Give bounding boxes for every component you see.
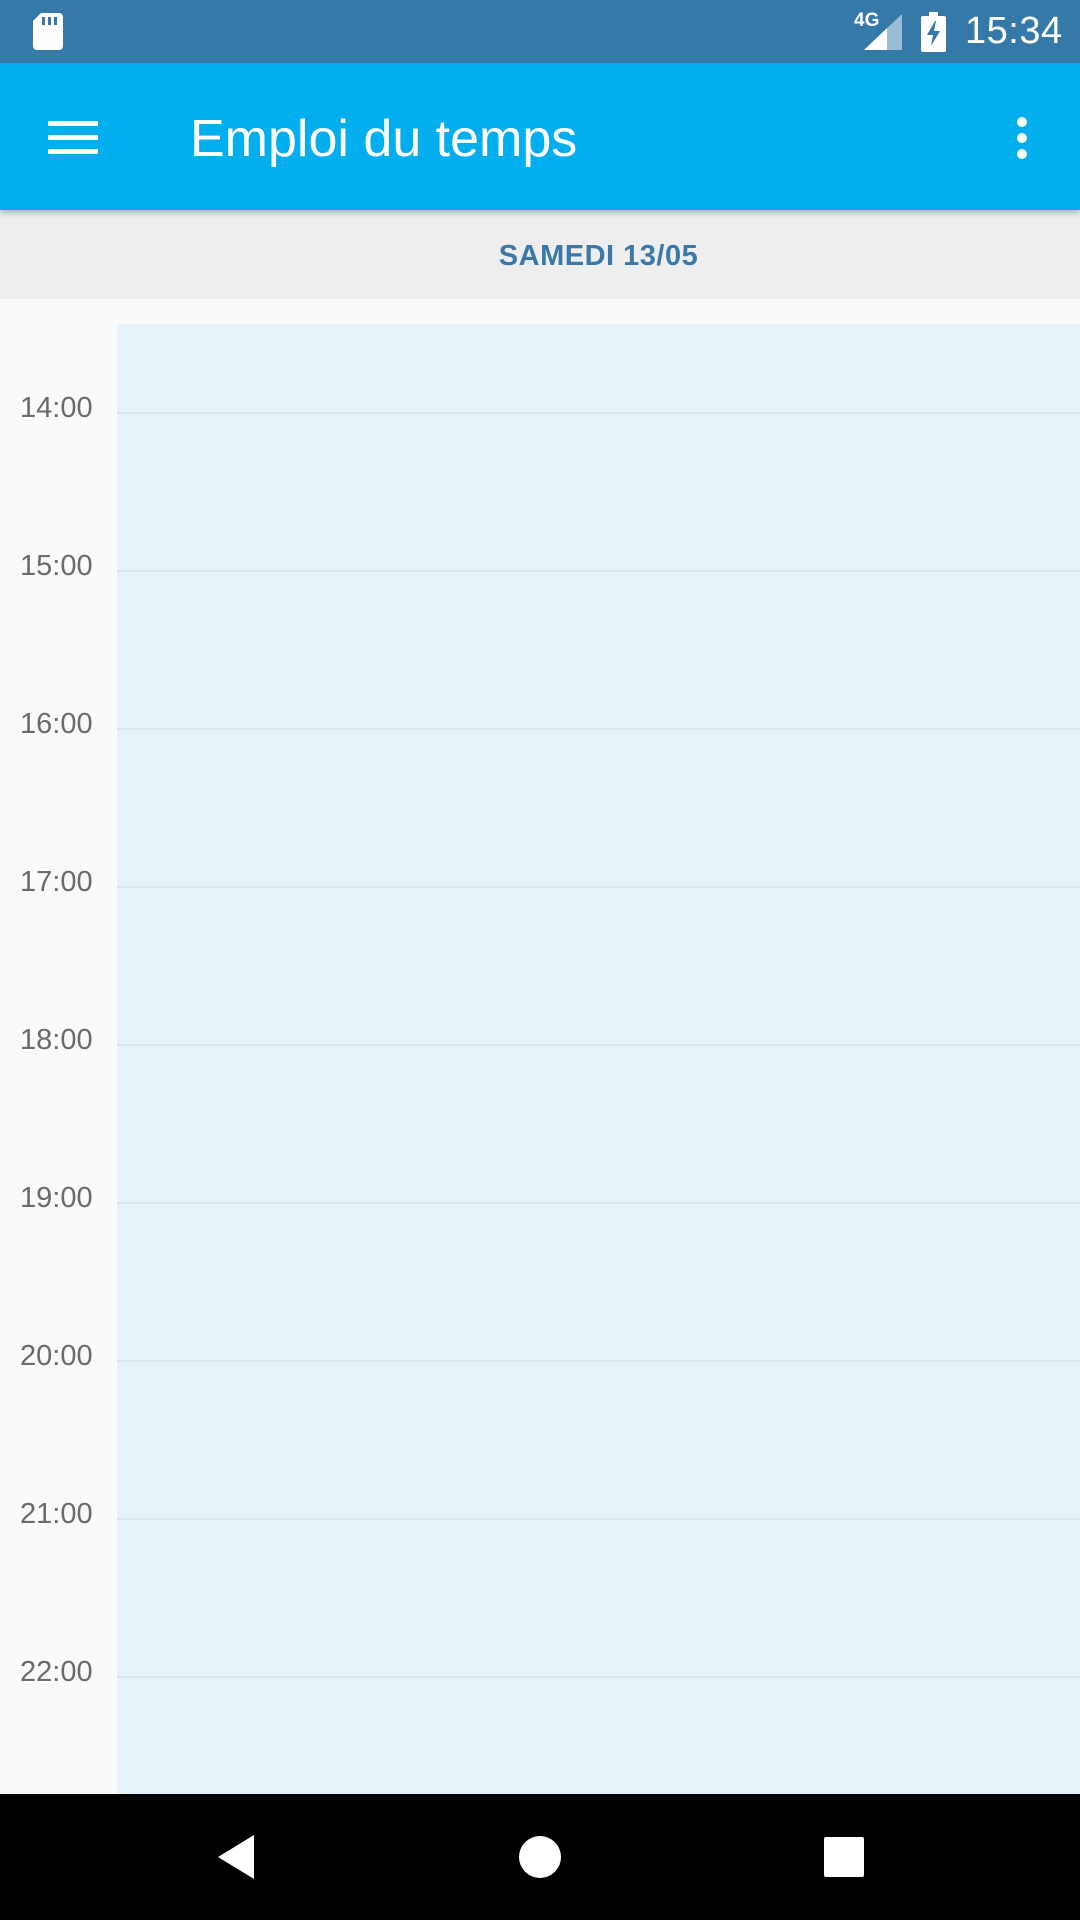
overflow-menu-button[interactable]: [1000, 99, 1044, 175]
navigation-bar: [0, 1794, 1080, 1920]
day-header: SAMEDI 13/05: [0, 210, 1080, 299]
day-label[interactable]: SAMEDI 13/05: [0, 240, 1080, 273]
hour-gridline: [117, 1518, 1080, 1520]
hour-label: 17:00: [20, 866, 93, 898]
hour-gridline: [117, 1360, 1080, 1362]
hour-gridline: [117, 1676, 1080, 1678]
hour-gridline: [117, 1202, 1080, 1204]
hour-gridline: [117, 412, 1080, 414]
hour-gridline: [117, 1044, 1080, 1046]
hour-label: 21:00: [20, 1498, 93, 1530]
timeline[interactable]: 14:00 15:00 16:00 17:00 18:00 19:00 20:00 21:00…: [0, 299, 1080, 1794]
hour-gridline: [117, 886, 1080, 888]
hour-label: 14:00: [20, 392, 93, 424]
home-icon[interactable]: [500, 1817, 580, 1897]
hour-label: 19:00: [20, 1182, 93, 1214]
hour-row: 16:00: [0, 708, 1080, 748]
page-title: Emploi du temps: [190, 110, 578, 168]
hour-row: 20:00: [0, 1340, 1080, 1380]
hour-label: 18:00: [20, 1024, 93, 1056]
battery-charging-icon: [921, 12, 946, 52]
hour-row: 22:00: [0, 1656, 1080, 1696]
hour-row: 18:00: [0, 1024, 1080, 1064]
hour-label: 15:00: [20, 550, 93, 582]
hour-gridline: [117, 728, 1080, 730]
hour-row: 19:00: [0, 1182, 1080, 1222]
app-bar: Emploi du temps: [0, 63, 1080, 210]
screen: 4G 15:34 Emploi du temps SAMEDI 13/05 14…: [0, 0, 1080, 1920]
hour-row: 21:00: [0, 1498, 1080, 1538]
status-bar: 4G 15:34: [0, 0, 1080, 63]
recents-icon[interactable]: [804, 1817, 884, 1897]
hour-gridline: [117, 570, 1080, 572]
hour-label: 16:00: [20, 708, 93, 740]
hour-row: 15:00: [0, 550, 1080, 590]
back-icon[interactable]: [196, 1817, 276, 1897]
hour-label: 22:00: [20, 1656, 93, 1688]
sd-card-icon: [33, 13, 63, 50]
network-type-label: 4G: [854, 10, 880, 31]
menu-button[interactable]: [30, 99, 116, 175]
hour-row: 14:00: [0, 392, 1080, 432]
status-time: 15:34: [965, 10, 1063, 52]
hour-label: 20:00: [20, 1340, 93, 1372]
hour-row: 17:00: [0, 866, 1080, 906]
